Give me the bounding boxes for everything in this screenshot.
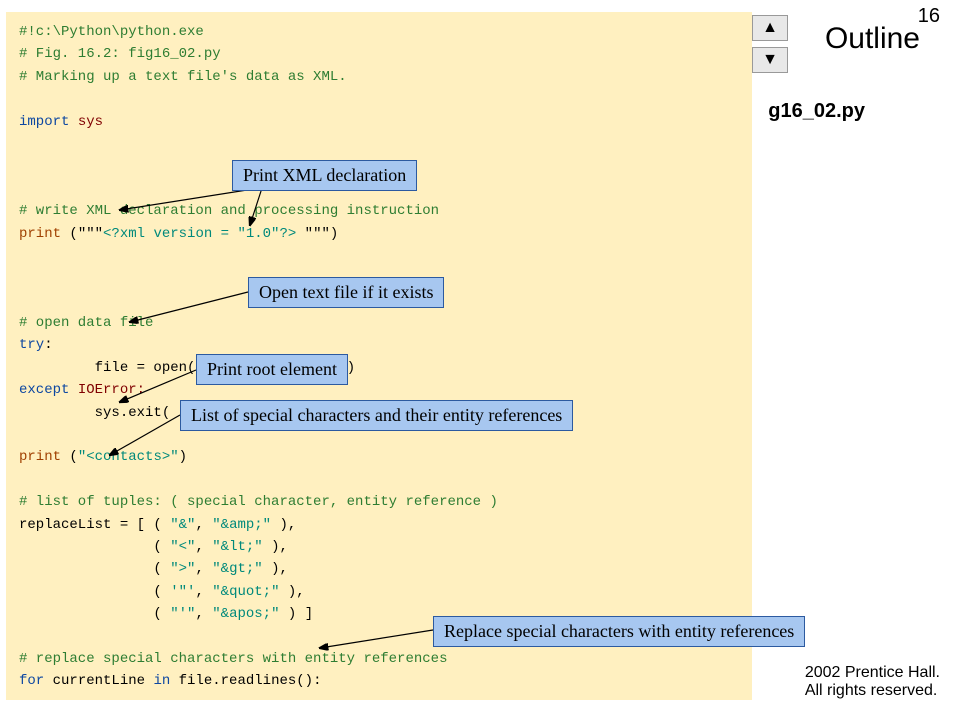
code-line: sys.exit( xyxy=(19,405,179,421)
slide-number: 16 xyxy=(918,5,940,28)
callout-open-file: Open text file if it exists xyxy=(248,277,444,308)
nav-arrows: ▲ ▼ xyxy=(752,15,788,73)
code-line: ( xyxy=(19,539,170,555)
string-literal: "&quot;" xyxy=(212,584,279,600)
string-literal: '"' xyxy=(170,584,195,600)
module-sys: sys xyxy=(69,114,103,130)
code-line: # list of tuples: ( special character, e… xyxy=(19,494,498,510)
code-line: # Fig. 16.2: fig16_02.py xyxy=(19,46,221,62)
code-line: ), xyxy=(263,539,288,555)
code-line: replaceList = [ ( xyxy=(19,517,170,533)
code-line: , xyxy=(195,606,212,622)
copyright-notice: 2002 Prentice Hall. All rights reserved. xyxy=(805,664,940,700)
ioerror-class: IOError: xyxy=(69,382,145,398)
filename-label: g16_02.py xyxy=(768,100,865,123)
code-line: ), xyxy=(263,561,288,577)
outline-title: Outline xyxy=(825,22,920,56)
code-line: # replace special characters with entity… xyxy=(19,651,447,667)
code-line: # open data file xyxy=(19,315,153,331)
keyword-except: except xyxy=(19,382,69,398)
callout-entity-list: List of special characters and their ent… xyxy=(180,400,573,431)
keyword-import: import xyxy=(19,114,69,130)
callout-root-element: Print root element xyxy=(196,354,348,385)
code-line: ) xyxy=(179,449,187,465)
string-literal: "&gt;" xyxy=(212,561,262,577)
code-line: file = open( xyxy=(19,360,204,376)
code-line: , xyxy=(195,517,212,533)
string-literal: "<contacts>" xyxy=(78,449,179,465)
code-line: # write XML declaration and processing i… xyxy=(19,203,439,219)
code-line: (""" xyxy=(61,226,103,242)
code-line: , xyxy=(195,539,212,555)
code-line: ), xyxy=(279,584,304,600)
string-literal: "&" xyxy=(170,517,195,533)
string-literal: <?xml version = "1.0"?> xyxy=(103,226,296,242)
code-line: ( xyxy=(19,606,170,622)
code-line: ( xyxy=(19,584,170,600)
string-literal: ">" xyxy=(170,561,195,577)
code-line: # Marking up a text file's data as XML. xyxy=(19,69,347,85)
code-line: currentLine xyxy=(44,673,153,689)
code-line: , xyxy=(195,561,212,577)
keyword-try: try xyxy=(19,337,44,353)
code-line: ( xyxy=(61,449,78,465)
nav-up-button[interactable]: ▲ xyxy=(752,15,788,41)
code-line: file.readlines(): xyxy=(170,673,321,689)
code-line: : xyxy=(44,337,52,353)
code-line: , xyxy=(195,584,212,600)
code-line: ( xyxy=(19,561,170,577)
string-literal: "&amp;" xyxy=(212,517,271,533)
nav-down-button[interactable]: ▼ xyxy=(752,47,788,73)
code-line: ) ] xyxy=(279,606,313,622)
string-literal: "<" xyxy=(170,539,195,555)
string-literal: "'" xyxy=(170,606,195,622)
code-line: #!c:\Python\python.exe xyxy=(19,24,204,40)
keyword-print: print xyxy=(19,449,61,465)
code-line: """) xyxy=(296,226,338,242)
code-block: #!c:\Python\python.exe # Fig. 16.2: fig1… xyxy=(6,12,752,700)
copyright-line2: All rights reserved. xyxy=(805,682,938,699)
keyword-for: for xyxy=(19,673,44,689)
callout-xml-declaration: Print XML declaration xyxy=(232,160,417,191)
copyright-line1: 2002 Prentice Hall. xyxy=(805,664,940,681)
keyword-print: print xyxy=(19,226,61,242)
code-line: ), xyxy=(271,517,296,533)
string-literal: "&apos;" xyxy=(212,606,279,622)
keyword-in: in xyxy=(153,673,170,689)
callout-replace: Replace special characters with entity r… xyxy=(433,616,805,647)
string-literal: "&lt;" xyxy=(212,539,262,555)
